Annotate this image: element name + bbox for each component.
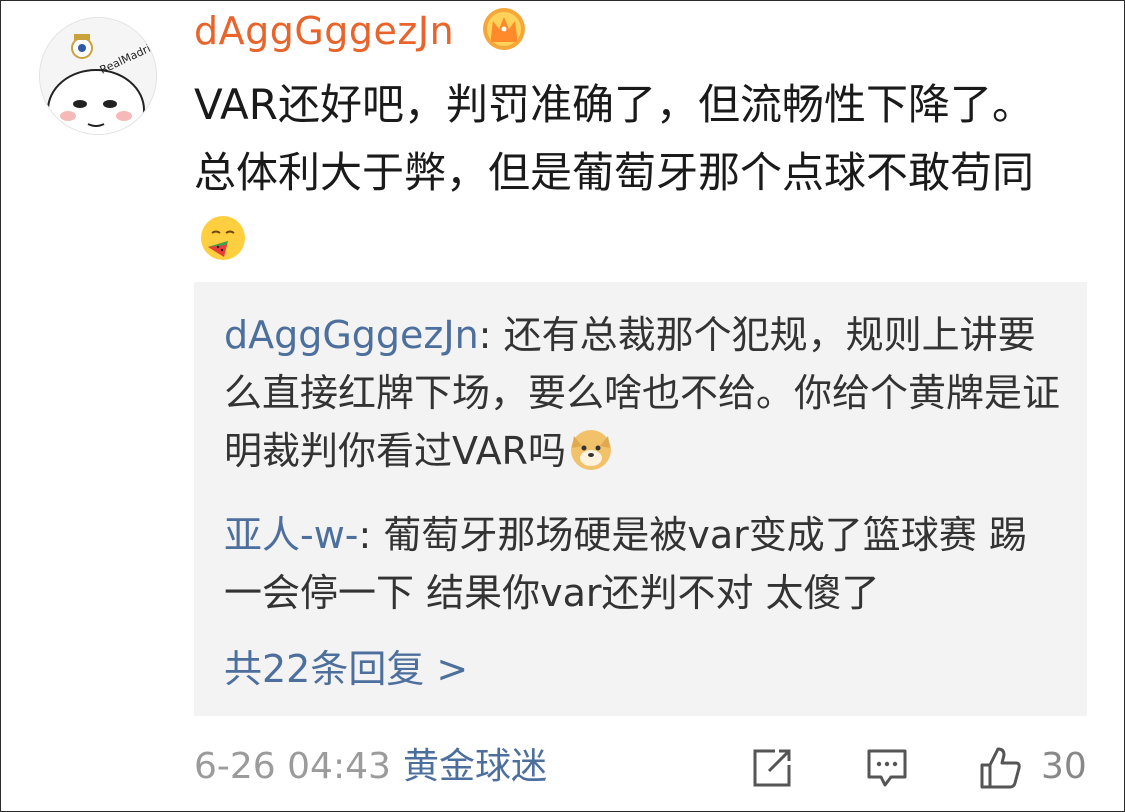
reply-item[interactable]: 亚人-w-: 葡萄牙那场硬是被var变成了篮球赛 踢一会停一下 结果你var还判… [224, 506, 1064, 622]
share-icon[interactable] [749, 743, 797, 791]
comment-source[interactable]: 黄金球迷 [403, 743, 547, 791]
avatar-image: RealMadrid [40, 18, 156, 134]
reply-separator: : [358, 513, 384, 557]
reply-author[interactable]: dAggGggezJn [224, 313, 479, 357]
avatar[interactable]: RealMadrid [39, 17, 157, 135]
like-count: 30 [1041, 746, 1087, 787]
doge-emoji-icon [570, 430, 611, 470]
comment-text: VAR还好吧，判罚准确了，但流畅性下降了。总体利大于弊，但是葡萄牙那个点球不敢苟… [194, 71, 1074, 275]
comment-card: RealMadrid dAggGggezJn VAR还好吧，判罚准确了，但流畅性… [0, 0, 1125, 812]
comment-timestamp: 6-26 04:43 [194, 746, 391, 787]
comment-username[interactable]: dAggGggezJn [194, 7, 454, 55]
crown-icon [483, 8, 525, 50]
reply-box[interactable]: dAggGggezJn: 还有总裁那个犯规，规则上讲要么直接红牌下场，要么啥也不… [194, 282, 1087, 716]
reply-author[interactable]: 亚人-w- [224, 513, 359, 557]
comment-body: VAR还好吧，判罚准确了，但流畅性下降了。总体利大于弊，但是葡萄牙那个点球不敢苟… [194, 80, 1035, 197]
reply-separator: : [478, 313, 504, 357]
thumbs-up-icon[interactable] [976, 743, 1024, 791]
thinking-eating-emoji-icon [201, 216, 245, 260]
more-replies-link[interactable]: 共22条回复 > [224, 640, 468, 698]
comment-icon[interactable] [863, 743, 911, 791]
reply-item[interactable]: dAggGggezJn: 还有总裁那个犯规，规则上讲要么直接红牌下场，要么啥也不… [224, 306, 1064, 480]
